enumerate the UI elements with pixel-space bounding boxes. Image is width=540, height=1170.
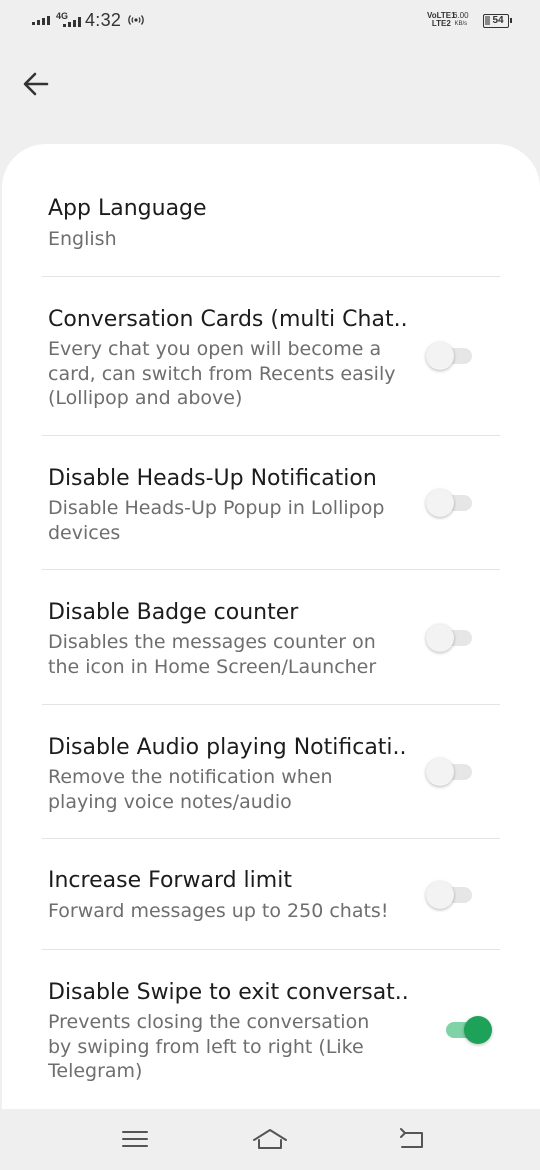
volte-indicator: VoLTE1 LTE2 <box>427 12 456 28</box>
setting-title: Disable Heads-Up Notification <box>48 466 377 491</box>
setting-swipe-to-exit[interactable]: Disable Swipe to exit conversat.. Preven… <box>42 950 500 1109</box>
setting-badge-counter[interactable]: Disable Badge counter Disables the messa… <box>42 570 500 705</box>
back-arrow-icon <box>23 72 49 96</box>
toggle-heads-up-notification[interactable] <box>426 486 478 520</box>
toggle-thumb <box>464 1016 492 1044</box>
speed-unit: KB/s <box>454 21 468 27</box>
toggle-thumb <box>426 758 454 786</box>
cellular-signal-icon <box>63 17 81 27</box>
home-button[interactable] <box>250 1123 290 1155</box>
back-button[interactable] <box>18 66 54 102</box>
setting-subtitle: Disable Heads-Up Popup in Lollipop devic… <box>48 497 385 544</box>
toggle-thumb <box>426 489 454 517</box>
setting-audio-notification[interactable]: Disable Audio playing Notificati.. Remov… <box>42 705 500 839</box>
setting-title: Conversation Cards (multi Chat.. <box>48 307 408 332</box>
setting-subtitle: Every chat you open will become a card, … <box>48 338 396 409</box>
return-icon <box>400 1128 423 1148</box>
status-bar: 4G 4:32 VoLTE1 LTE2 6.00 KB/s 54 <box>0 0 540 44</box>
setting-subtitle: Forward messages up to 250 chats! <box>48 900 389 922</box>
setting-title: App Language <box>48 196 207 221</box>
setting-subtitle: English <box>48 228 117 250</box>
battery-indicator: 54 <box>483 14 512 28</box>
toggle-swipe-to-exit[interactable] <box>440 1013 492 1047</box>
setting-subtitle: Disables the messages counter on the ico… <box>48 631 377 678</box>
toggle-thumb <box>426 342 454 370</box>
setting-subtitle: Remove the notification when playing voi… <box>48 766 333 813</box>
setting-title: Increase Forward limit <box>48 868 292 893</box>
toggle-badge-counter[interactable] <box>426 621 478 655</box>
return-button[interactable] <box>392 1123 432 1155</box>
setting-app-language[interactable]: App Language English <box>42 144 500 277</box>
settings-screen: 4G 4:32 VoLTE1 LTE2 6.00 KB/s 54 App Lan… <box>0 0 540 1170</box>
setting-title: Disable Swipe to exit conversat.. <box>48 980 409 1005</box>
network-speed: 6.00 KB/s <box>453 12 469 28</box>
toggle-thumb <box>426 624 454 652</box>
menu-button[interactable] <box>115 1123 155 1155</box>
setting-conversation-cards[interactable]: Conversation Cards (multi Chat.. Every c… <box>42 277 500 436</box>
settings-card: App Language English Conversation Cards … <box>2 144 540 1109</box>
setting-title: Disable Audio playing Notificati.. <box>48 735 407 760</box>
toggle-audio-notification[interactable] <box>426 755 478 789</box>
signal-strength-icon <box>32 16 50 25</box>
menu-icon <box>122 1131 148 1147</box>
setting-title: Disable Badge counter <box>48 600 299 625</box>
toggle-conversation-cards[interactable] <box>426 339 478 373</box>
speed-value: 6.00 <box>453 11 469 20</box>
volte-line2: LTE2 <box>431 19 451 28</box>
clock: 4:32 <box>85 10 122 30</box>
toggle-forward-limit[interactable] <box>426 878 478 912</box>
toggle-thumb <box>426 881 454 909</box>
setting-forward-limit[interactable]: Increase Forward limit Forward messages … <box>42 839 500 950</box>
setting-heads-up-notification[interactable]: Disable Heads-Up Notification Disable He… <box>42 436 500 570</box>
navigation-bar <box>0 1109 540 1170</box>
hotspot-icon <box>128 13 144 30</box>
home-icon <box>253 1129 287 1149</box>
setting-subtitle: Prevents closing the conversation by swi… <box>48 1011 370 1082</box>
